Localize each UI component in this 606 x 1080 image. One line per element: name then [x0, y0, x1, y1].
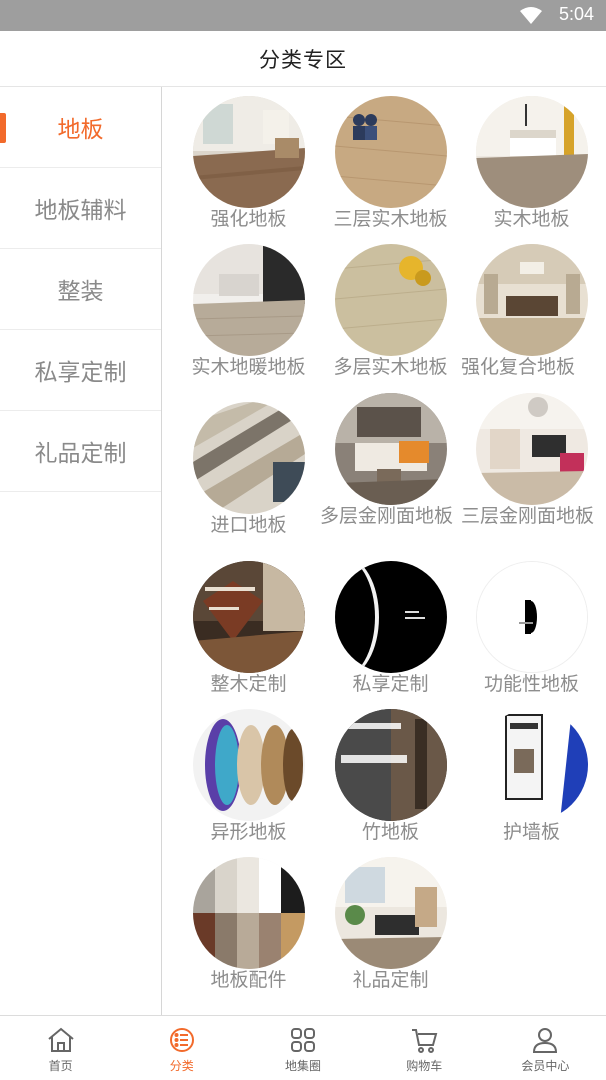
- product-item-three-layer-solid[interactable]: 三层实木地板: [320, 96, 461, 230]
- product-item-wall-panel[interactable]: 护墙板: [461, 709, 602, 843]
- product-label: 实木地暖地板: [191, 356, 306, 378]
- page-title: 分类专区: [259, 47, 347, 72]
- product-label: 强化地板: [210, 208, 287, 230]
- tab-cart[interactable]: 购物车: [364, 1016, 485, 1080]
- home-icon: [47, 1027, 74, 1052]
- product-label: 进口地板: [210, 514, 287, 536]
- tab-label: 地集圈: [285, 1059, 322, 1073]
- product-item-functional[interactable]: 功能性地板: [461, 561, 602, 695]
- sidebar-item-label: 地板: [57, 117, 104, 143]
- tab-label: 首页: [48, 1059, 73, 1073]
- tab-home[interactable]: 首页: [0, 1016, 121, 1080]
- product-item-private-custom[interactable]: 私享定制: [320, 561, 461, 695]
- product-item-gift-custom[interactable]: 礼品定制: [320, 857, 461, 991]
- product-label: 礼品定制: [352, 969, 429, 991]
- sidebar-item-gift-custom[interactable]: 礼品定制: [0, 411, 161, 492]
- tab-label: 购物车: [406, 1059, 443, 1073]
- product-label: 实木地板: [493, 208, 570, 230]
- header: 分类专区: [0, 31, 606, 87]
- sidebar-item-label: 地板辅料: [34, 198, 127, 224]
- sidebar-item-floor-accessories[interactable]: 地板辅料: [0, 168, 161, 249]
- product-label: 三层金刚面地板: [461, 505, 595, 527]
- product-thumbnail: [334, 857, 447, 969]
- product-thumbnail: [475, 393, 588, 505]
- category-sidebar: 地板 地板辅料 整装 私享定制 礼品定制: [0, 87, 162, 1015]
- product-label: 整木定制: [210, 673, 287, 695]
- product-label: 多层金刚面地板: [320, 505, 454, 527]
- product-item-laminate[interactable]: 强化地板: [178, 96, 319, 230]
- product-thumbnail: [192, 244, 305, 356]
- product-thumbnail: [334, 96, 447, 208]
- grid-icon: [291, 1028, 315, 1052]
- product-thumbnail: [475, 244, 588, 356]
- product-label: 异形地板: [210, 821, 287, 843]
- tab-member-center[interactable]: 会员中心: [485, 1016, 606, 1080]
- sidebar-item-label: 礼品定制: [34, 441, 127, 467]
- product-item-solid-underfloor-heating[interactable]: 实木地暖地板: [178, 244, 319, 378]
- product-thumbnail: [192, 709, 305, 821]
- sidebar-item-floor[interactable]: 地板: [0, 87, 161, 168]
- tab-category[interactable]: 分类: [121, 1016, 242, 1080]
- product-label: 竹地板: [361, 821, 419, 843]
- product-thumbnail: [475, 709, 588, 821]
- status-bar: 5:04: [0, 0, 606, 31]
- product-thumbnail: [334, 561, 447, 673]
- tab-label: 会员中心: [521, 1059, 570, 1073]
- product-label: 护墙板: [502, 821, 560, 843]
- product-label: 功能性地板: [483, 673, 579, 695]
- product-label: 地板配件: [210, 969, 287, 991]
- product-thumbnail: [475, 96, 588, 208]
- product-thumbnail: [192, 402, 305, 514]
- wifi-icon: [520, 7, 542, 24]
- user-icon: [533, 1028, 558, 1053]
- product-item-solid-wood[interactable]: 实木地板: [461, 96, 602, 230]
- sidebar-item-private-custom[interactable]: 私享定制: [0, 330, 161, 411]
- product-item-whole-wood-custom[interactable]: 整木定制: [178, 561, 319, 695]
- product-thumbnail: [334, 244, 447, 356]
- product-label: 多层实木地板: [333, 356, 448, 378]
- product-label: 私享定制: [352, 673, 429, 695]
- product-item-reinforced-composite[interactable]: 强化复合地板: [461, 244, 602, 378]
- product-item-three-layer-diamond[interactable]: 三层金刚面地板: [461, 393, 602, 527]
- product-item-floor-accessories[interactable]: 地板配件: [178, 857, 319, 991]
- product-item-imported[interactable]: 进口地板: [178, 402, 319, 536]
- product-thumbnail: [192, 96, 305, 208]
- tab-circle[interactable]: 地集圈: [242, 1016, 363, 1080]
- category-icon: [169, 1028, 194, 1052]
- sidebar-item-label: 整装: [57, 279, 104, 305]
- product-item-special-shaped[interactable]: 异形地板: [178, 709, 319, 843]
- product-thumbnail: [475, 561, 588, 673]
- status-time: 5:04: [558, 4, 594, 24]
- product-label: 三层实木地板: [333, 208, 448, 230]
- product-thumbnail: [334, 709, 447, 821]
- product-thumbnail: [334, 393, 447, 505]
- sidebar-item-full-fitout[interactable]: 整装: [0, 249, 161, 330]
- sidebar-item-label: 私享定制: [34, 360, 127, 386]
- product-thumbnail: [192, 561, 305, 673]
- product-item-multi-layer-diamond[interactable]: 多层金刚面地板: [320, 393, 461, 527]
- tab-label: 分类: [169, 1059, 194, 1073]
- category-content: 强化地板 三层实木地板 实木地板 实木地暖地板 多层实木地板 强化复合地板 进口…: [163, 87, 606, 1015]
- product-thumbnail: [192, 857, 305, 969]
- product-label: 强化复合地板: [461, 356, 576, 378]
- product-item-bamboo[interactable]: 竹地板: [320, 709, 461, 843]
- product-item-multi-layer-solid[interactable]: 多层实木地板: [320, 244, 461, 378]
- active-indicator: [0, 113, 6, 143]
- cart-icon: [412, 1029, 438, 1053]
- bottom-tab-bar: 首页 分类 地集圈 购物车 会员中心: [0, 1015, 606, 1080]
